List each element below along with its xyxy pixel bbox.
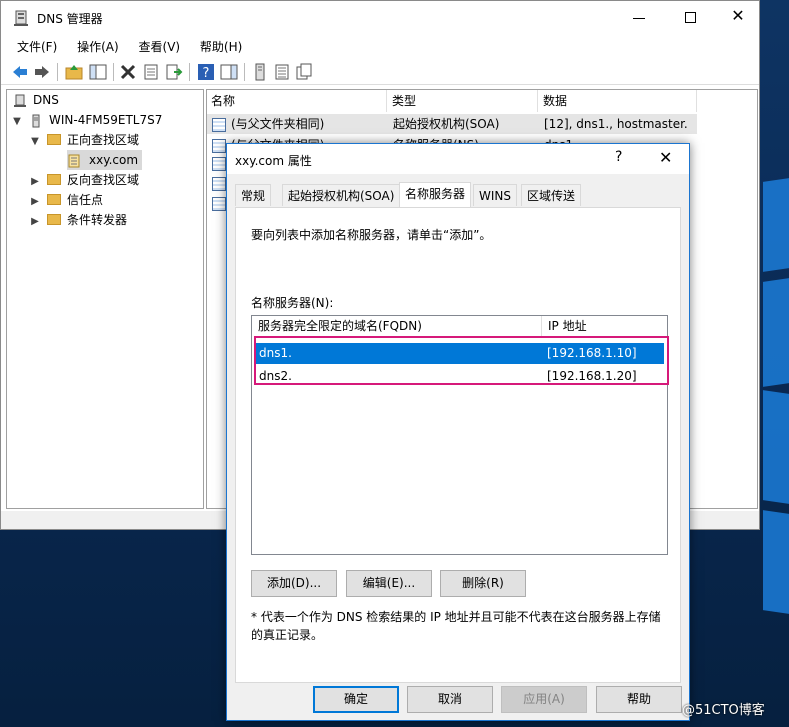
tab-wins[interactable]: WINS [473, 184, 517, 206]
tree-item-conditional-forwarders[interactable]: ▶ 条件转发器 [29, 210, 127, 230]
collapse-arrow-icon[interactable]: ▼ [11, 112, 23, 132]
column-header-data[interactable]: 数据 [539, 90, 697, 112]
back-arrow-icon[interactable] [11, 63, 29, 81]
tree-label-reverse-zones: 反向查找区域 [67, 173, 140, 187]
folder-icon [47, 134, 61, 145]
dialog-title-bar: xxy.com 属性 ? ✕ [227, 144, 689, 174]
tab-name-servers[interactable]: 名称服务器 [399, 182, 472, 207]
record-data: [12], dns1., hostmaster. [544, 117, 688, 131]
zone-file-icon [68, 154, 80, 167]
title-bar: DNS 管理器 ✕ [1, 1, 759, 35]
record-list-icon[interactable] [273, 63, 291, 81]
tab-general[interactable]: 常规 [235, 184, 272, 206]
up-folder-icon[interactable] [65, 63, 83, 81]
apply-button[interactable]: 应用(A) [501, 686, 587, 713]
menu-action[interactable]: 操作(A) [69, 37, 127, 57]
maximize-button[interactable] [685, 12, 696, 23]
zone-properties-dialog: xxy.com 属性 ? ✕ 常规 起始授权机构(SOA) 名称服务器 WINS… [226, 143, 690, 721]
column-header-fqdn[interactable]: 服务器完全限定的域名(FQDN) [252, 316, 542, 336]
help-icon[interactable]: ? [197, 63, 215, 81]
action-pane-icon[interactable] [220, 63, 238, 81]
menu-bar: 文件(F) 操作(A) 查看(V) 帮助(H) [1, 37, 759, 57]
tab-zone-transfers[interactable]: 区域传送 [521, 184, 582, 206]
tree-label-conditional-forwarders: 条件转发器 [67, 213, 128, 227]
column-header-name[interactable]: 名称 [207, 90, 387, 112]
help-button[interactable]: 帮助 [596, 686, 682, 713]
expand-arrow-icon[interactable]: ▶ [29, 172, 41, 192]
server-icon[interactable] [251, 63, 269, 81]
server-icon [32, 114, 40, 127]
collapse-arrow-icon[interactable]: ▼ [29, 132, 41, 152]
record-type: 起始授权机构(SOA) [393, 117, 500, 131]
tree-item-server[interactable]: ▼ WIN-4FM59ETL7S7 [11, 110, 162, 130]
copy-records-icon[interactable] [295, 63, 313, 81]
remove-button[interactable]: 删除(R) [440, 570, 526, 597]
folder-icon [47, 194, 61, 205]
windows-logo-pane [763, 178, 789, 272]
toolbar: ? [1, 59, 759, 85]
show-console-tree-icon[interactable] [89, 63, 107, 81]
tree-item-reverse-zones[interactable]: ▶ 反向查找区域 [29, 170, 139, 190]
highlight-box [254, 336, 669, 385]
menu-help[interactable]: 帮助(H) [192, 37, 250, 57]
dialog-title: xxy.com 属性 [235, 154, 312, 168]
tree-label-trust-points: 信任点 [67, 193, 104, 207]
folder-icon [47, 174, 61, 185]
tree-label-zone: xxy.com [89, 153, 139, 167]
toolbar-separator [113, 63, 114, 81]
properties-icon[interactable] [142, 63, 160, 81]
windows-logo-pane [763, 390, 789, 504]
edit-button[interactable]: 编辑(E)... [346, 570, 432, 597]
windows-logo-pane [763, 278, 789, 387]
tab-soa[interactable]: 起始授权机构(SOA) [282, 184, 401, 206]
column-header-type[interactable]: 类型 [388, 90, 538, 112]
tree-label-server: WIN-4FM59ETL7S7 [49, 113, 163, 127]
dns-icon [14, 94, 26, 107]
window-title: DNS 管理器 [37, 12, 103, 26]
export-list-icon[interactable] [165, 63, 183, 81]
tree-label-dns: DNS [33, 93, 59, 107]
record-icon [212, 114, 228, 134]
svg-text:?: ? [203, 66, 210, 81]
expand-arrow-icon[interactable]: ▶ [29, 212, 41, 232]
forward-arrow-icon[interactable] [33, 63, 51, 81]
minimize-icon [633, 18, 645, 19]
add-button[interactable]: 添加(D)... [251, 570, 337, 597]
console-tree: DNS ▼ WIN-4FM59ETL7S7 ▼ 正向查找区域 xxy.com ▶ 反向… [6, 89, 204, 509]
table-row[interactable]: (与父文件夹相同) 起始授权机构(SOA) [12], dns1., hostm… [207, 114, 697, 134]
tree-label-forward-zones: 正向查找区域 [67, 133, 140, 147]
name-servers-label: 名称服务器(N): [251, 296, 334, 310]
toolbar-separator [244, 63, 245, 81]
footnote-text: * 代表一个作为 DNS 检索结果的 IP 地址并且可能不代表在这台服务器上存储… [251, 610, 661, 642]
close-button[interactable]: ✕ [729, 7, 747, 25]
toolbar-separator [57, 63, 58, 81]
close-icon: ✕ [731, 6, 745, 25]
ok-button[interactable]: 确定 [313, 686, 399, 713]
tab-panel: 要向列表中添加名称服务器，请单击“添加”。 名称服务器(N): 服务器完全限定的… [235, 207, 681, 683]
toolbar-separator [189, 63, 190, 81]
tree-item-zone[interactable]: xxy.com [67, 150, 143, 170]
column-header-ip[interactable]: IP 地址 [543, 316, 667, 336]
menu-view[interactable]: 查看(V) [131, 37, 189, 57]
dialog-close-button[interactable]: ✕ [659, 148, 672, 167]
windows-logo-pane [763, 510, 789, 614]
delete-icon[interactable] [119, 63, 137, 81]
folder-icon [47, 214, 61, 225]
expand-arrow-icon[interactable]: ▶ [29, 192, 41, 212]
tree-item-forward-zones[interactable]: ▼ 正向查找区域 [29, 130, 139, 150]
cancel-button[interactable]: 取消 [407, 686, 493, 713]
minimize-button[interactable] [629, 10, 649, 26]
dns-app-icon [14, 10, 28, 26]
watermark-text: @51CTO博客 [682, 703, 765, 718]
close-icon: ✕ [659, 148, 673, 167]
tree-item-dns[interactable]: DNS [13, 90, 59, 110]
tree-item-trust-points[interactable]: ▶ 信任点 [29, 190, 103, 210]
record-name: (与父文件夹相同) [231, 117, 325, 131]
instruction-text: 要向列表中添加名称服务器，请单击“添加”。 [251, 228, 492, 242]
menu-file[interactable]: 文件(F) [9, 37, 65, 57]
dialog-help-button[interactable]: ? [615, 149, 622, 165]
